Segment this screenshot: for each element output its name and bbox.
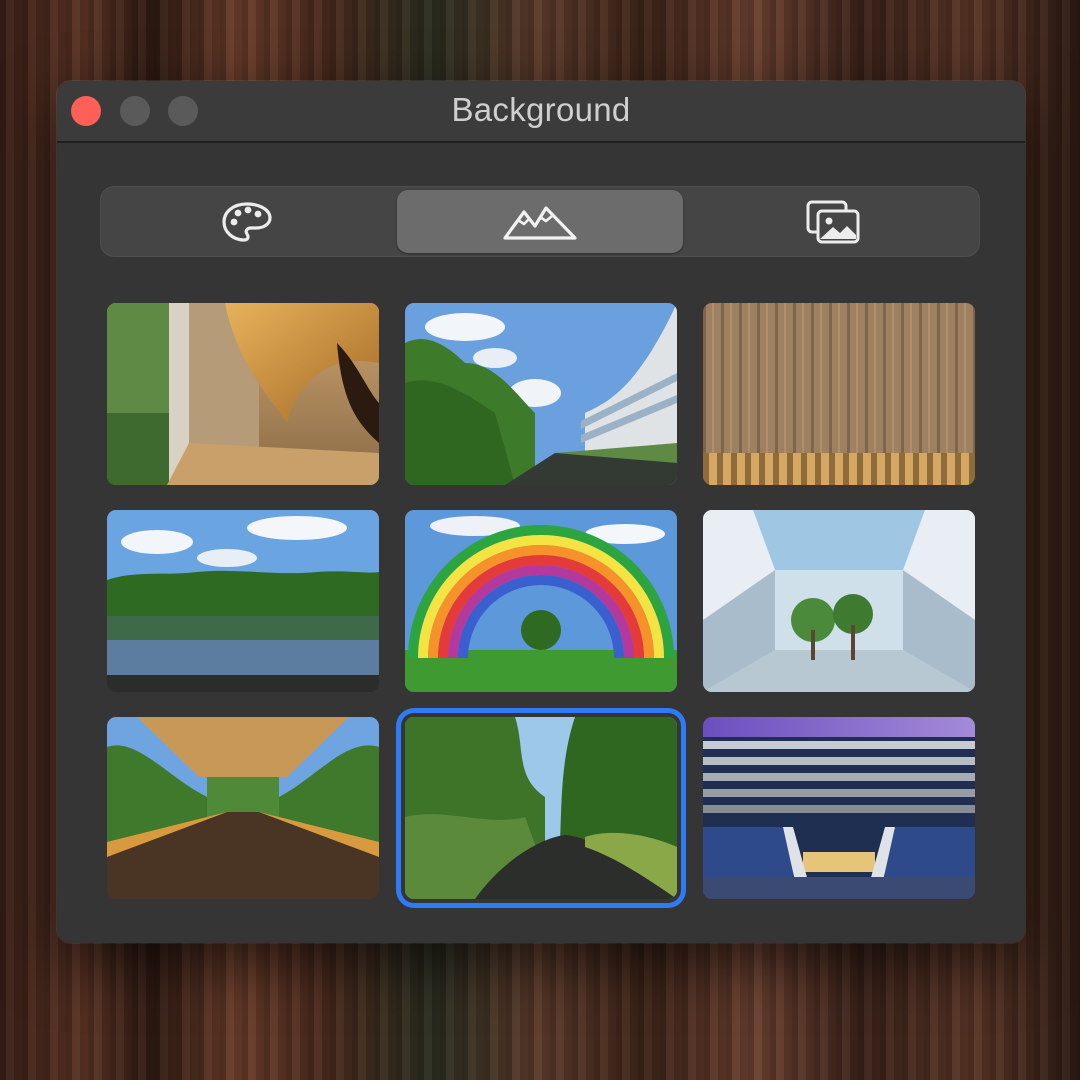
scene-image xyxy=(107,510,379,692)
scene-thumbnail-atrium[interactable] xyxy=(703,510,975,692)
background-type-segmented-control xyxy=(100,186,980,257)
scene-image xyxy=(107,303,379,485)
title-bar[interactable]: Background xyxy=(57,81,1025,143)
scene-grid xyxy=(107,303,977,899)
tab-scenes[interactable] xyxy=(397,190,683,253)
scene-thumbnail-pond[interactable] xyxy=(107,510,379,692)
palette-icon xyxy=(222,201,272,242)
scene-thumbnail-wood-staircase[interactable] xyxy=(107,303,379,485)
window-title: Background xyxy=(451,91,631,128)
scene-image xyxy=(107,717,379,899)
scene-image xyxy=(703,303,975,485)
mountains-icon xyxy=(503,205,577,240)
scene-thumbnail-wood-wall[interactable] xyxy=(703,303,975,485)
scene-image xyxy=(405,510,677,692)
scene-thumbnail-auditorium[interactable] xyxy=(703,717,975,899)
tab-palette[interactable] xyxy=(104,190,389,253)
scene-image xyxy=(703,510,975,692)
scene-image xyxy=(405,717,677,899)
scene-thumbnail-rainbow[interactable] xyxy=(405,510,677,692)
tab-photos[interactable] xyxy=(691,190,976,253)
photos-icon xyxy=(806,200,860,243)
scene-thumbnail-garden-path[interactable] xyxy=(405,717,677,899)
scene-image xyxy=(405,303,677,485)
scene-thumbnail-curved-building[interactable] xyxy=(405,303,677,485)
scene-thumbnail-walkway[interactable] xyxy=(107,717,379,899)
scene-image xyxy=(703,717,975,899)
background-window: Background xyxy=(57,81,1025,943)
desktop-wallpaper: Background xyxy=(0,0,1080,1080)
